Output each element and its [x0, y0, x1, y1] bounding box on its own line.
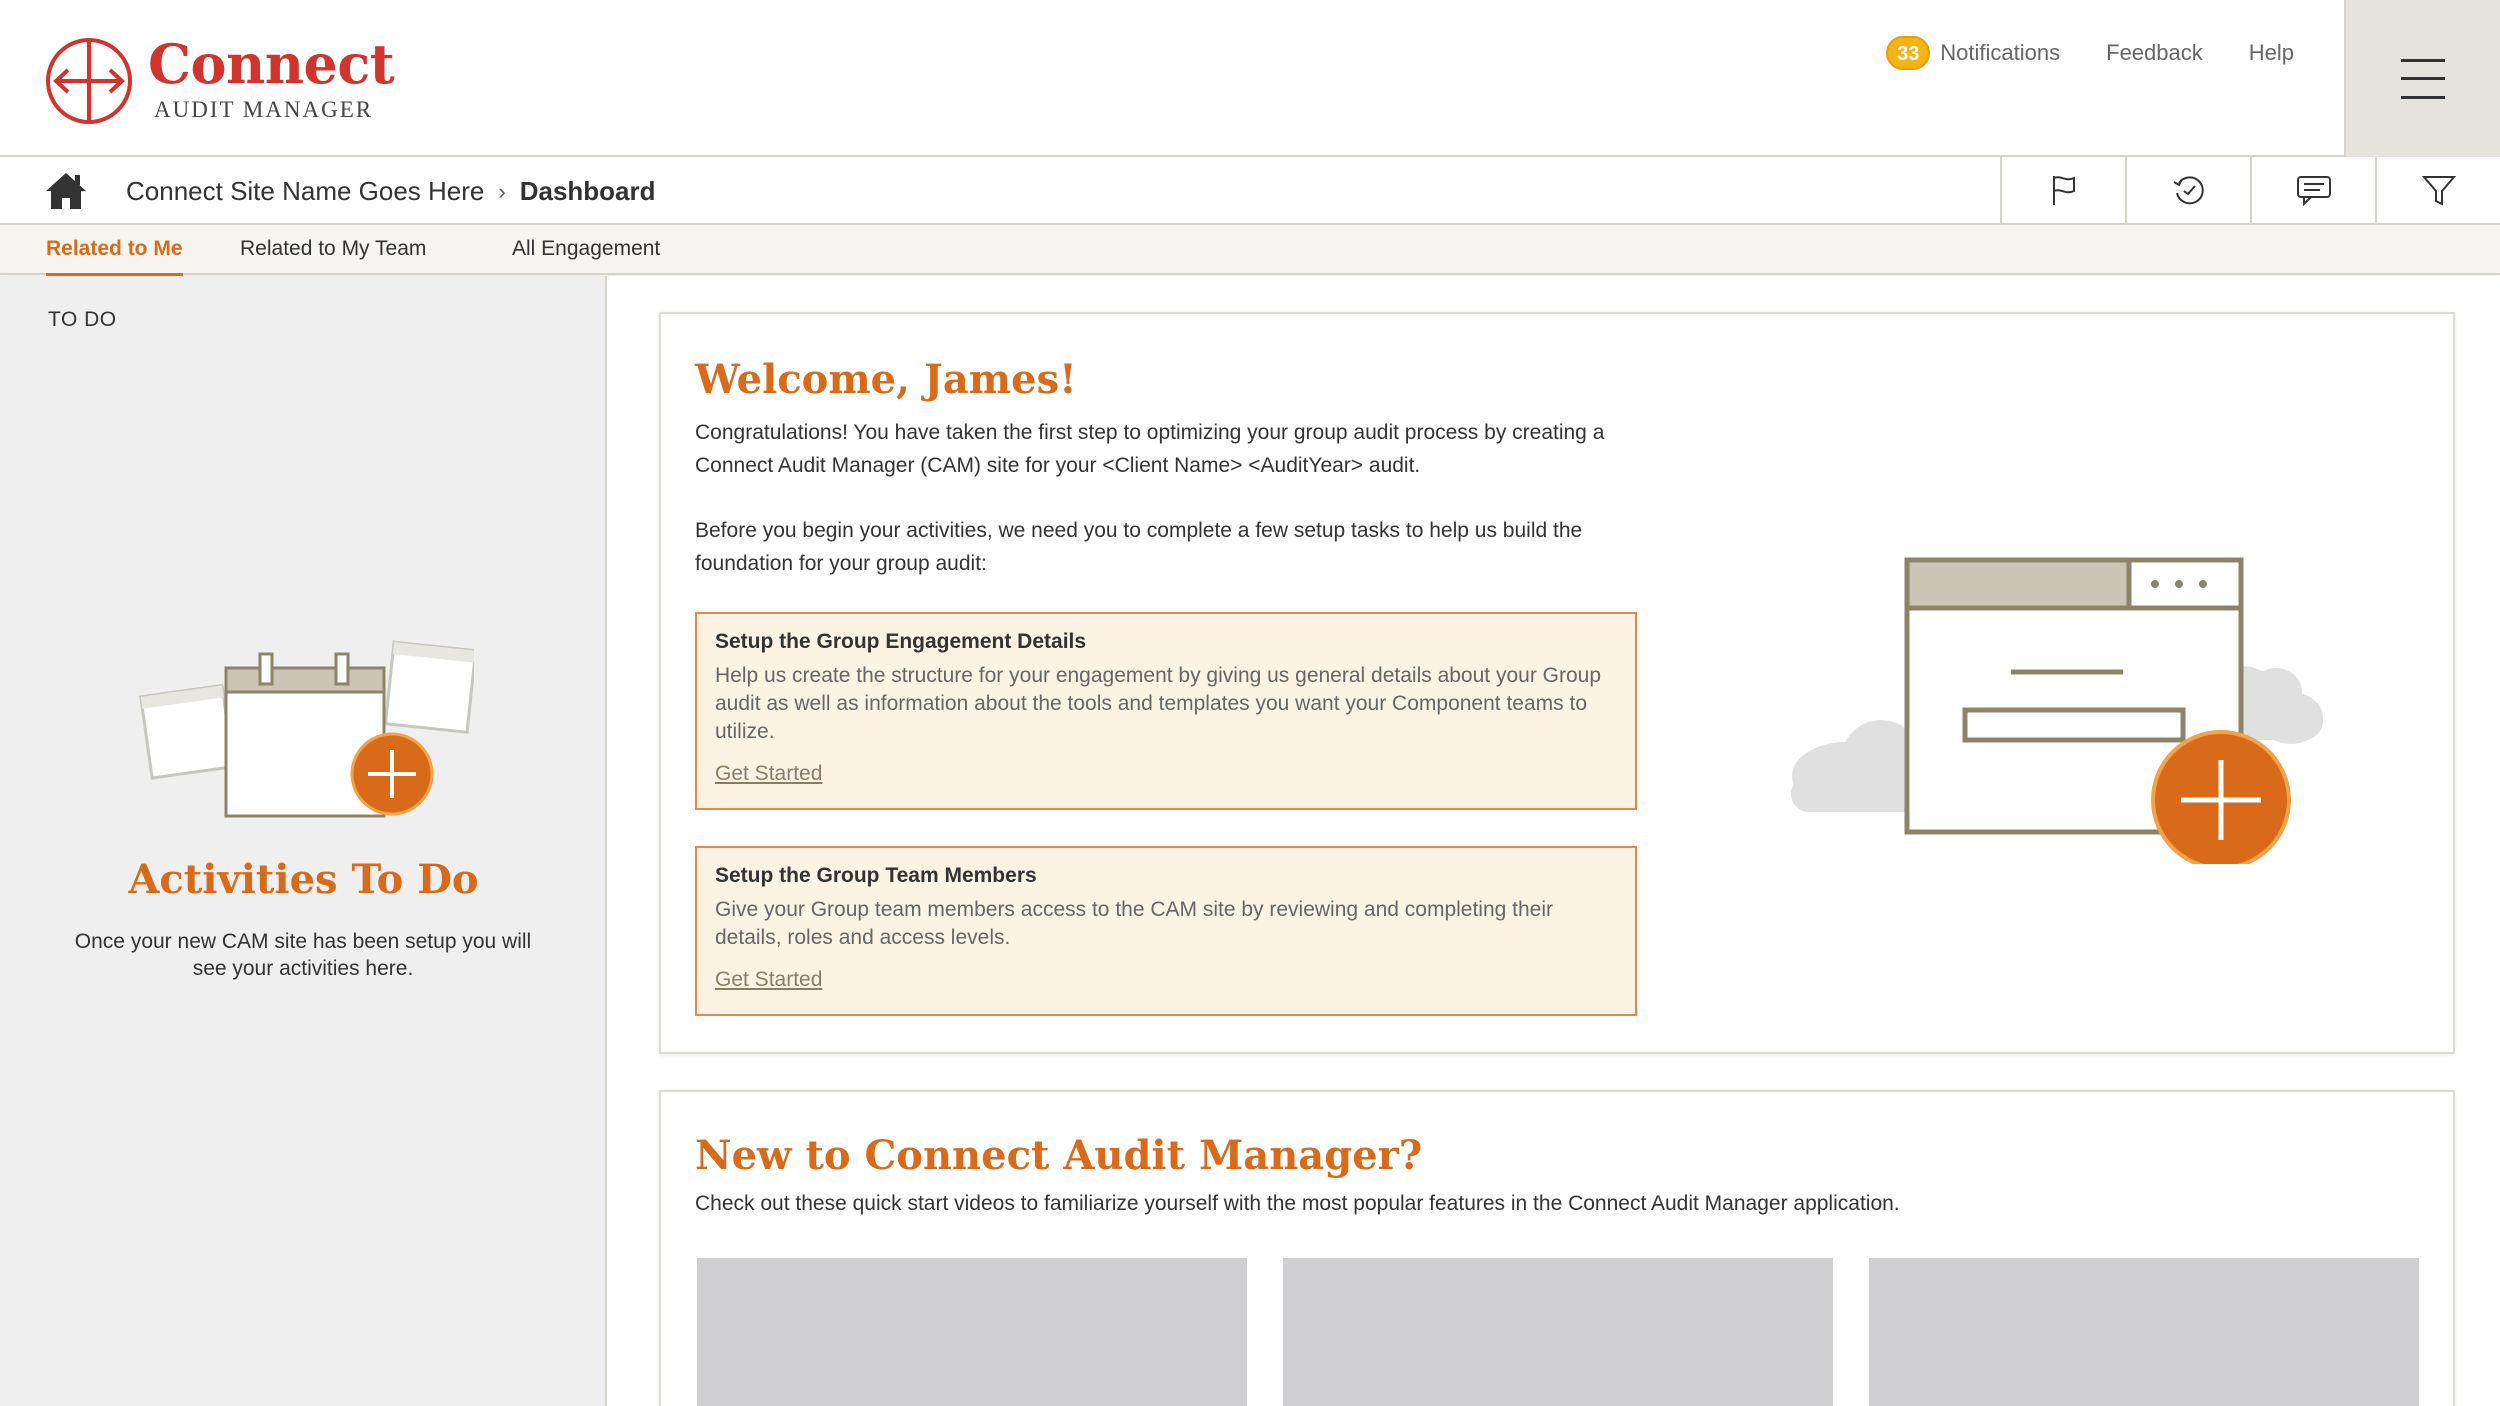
breadcrumb-bar: Connect Site Name Goes Here › Dashboard	[0, 157, 2500, 225]
notifications-badge[interactable]: 33	[1886, 36, 1931, 70]
todo-panel: TO DO Activities To Do Once your new CAM…	[0, 276, 607, 1406]
browser-add-icon	[1791, 557, 2323, 864]
hamburger-icon	[2401, 58, 2445, 99]
comments-button[interactable]	[2250, 157, 2375, 223]
flag-icon	[2052, 176, 2075, 205]
tab-related-to-my-team[interactable]: Related to My Team	[240, 237, 426, 273]
setup-team-task: Setup the Group Team Members Give your G…	[695, 846, 1637, 1016]
flag-button[interactable]	[2000, 157, 2125, 223]
toolbar	[2000, 157, 2500, 223]
filter-icon	[2421, 176, 2456, 206]
task-title: Setup the Group Engagement Details	[715, 630, 1087, 653]
logo-subtitle: AUDIT MANAGER	[154, 97, 374, 122]
history-icon	[2172, 176, 2204, 205]
comment-icon	[2296, 176, 2331, 207]
task-title: Setup the Group Team Members	[715, 864, 1037, 887]
history-button[interactable]	[2125, 157, 2250, 223]
quick-start-text: Check out these quick start videos to fa…	[695, 1192, 1900, 1215]
home-icon[interactable]	[44, 171, 88, 211]
calendar-add-icon	[139, 640, 474, 818]
quick-start-title: New to Connect Audit Manager?	[695, 1132, 1423, 1179]
main-content: Welcome, James! Congratulations! You hav…	[609, 276, 2500, 1406]
welcome-paragraph-1: Congratulations! You have taken the firs…	[695, 421, 1605, 477]
video-thumbnail[interactable]	[697, 1258, 1247, 1406]
tab-bar: Related to Me Related to My Team All Eng…	[0, 225, 2500, 278]
welcome-paragraph-2: Before you begin your activities, we nee…	[695, 519, 1583, 575]
quick-start-card: New to Connect Audit Manager? Check out …	[659, 1090, 2455, 1406]
breadcrumb-current: Dashboard	[519, 176, 656, 206]
activities-title: Activities To Do	[128, 856, 479, 903]
get-started-link[interactable]: Get Started	[715, 968, 822, 992]
video-thumbnail[interactable]	[1869, 1258, 2419, 1406]
task-description: Help us create the structure for your en…	[715, 664, 1602, 743]
connect-logo-icon[interactable]	[44, 36, 134, 126]
tab-all-engagement[interactable]: All Engagement	[512, 237, 660, 273]
breadcrumb-site-link[interactable]: Connect Site Name Goes Here	[126, 176, 484, 207]
video-thumbnail[interactable]	[1283, 1258, 1833, 1406]
breadcrumb-separator: ›	[498, 178, 506, 204]
help-link[interactable]: Help	[2249, 40, 2294, 66]
notifications-link[interactable]: Notifications	[1940, 40, 2060, 66]
logo-title: Connect	[148, 32, 395, 96]
feedback-link[interactable]: Feedback	[2106, 40, 2203, 66]
activities-text: Once your new CAM site has been setup yo…	[74, 930, 532, 980]
menu-button[interactable]	[2344, 0, 2500, 157]
tab-related-to-me[interactable]: Related to Me	[46, 237, 183, 278]
task-description: Give your Group team members access to t…	[715, 898, 1554, 949]
welcome-card: Welcome, James! Congratulations! You hav…	[659, 312, 2455, 1054]
get-started-link[interactable]: Get Started	[715, 762, 822, 786]
top-links: 33 Notifications Feedback Help	[1886, 36, 2294, 70]
filter-button[interactable]	[2375, 157, 2500, 223]
breadcrumb: Connect Site Name Goes Here › Dashboard	[126, 176, 656, 207]
todo-section-label: TO DO	[48, 308, 117, 331]
app-header: Connect AUDIT MANAGER 33 Notifications F…	[0, 0, 2500, 157]
setup-engagement-task: Setup the Group Engagement Details Help …	[695, 612, 1637, 810]
welcome-title: Welcome, James!	[695, 356, 1077, 403]
